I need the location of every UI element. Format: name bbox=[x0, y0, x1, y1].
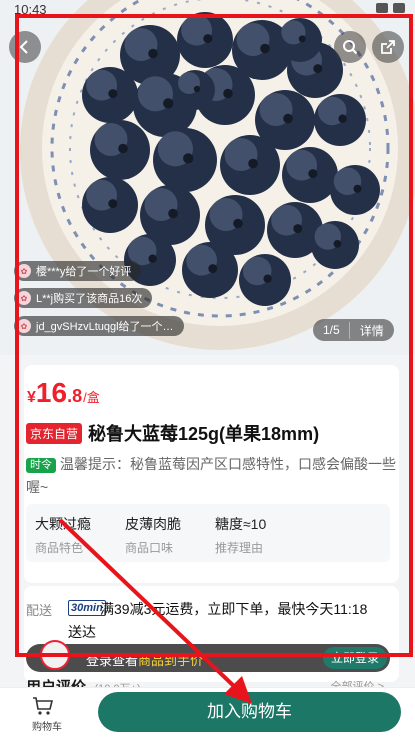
status-icons bbox=[376, 3, 405, 13]
price-currency: ¥ bbox=[27, 389, 36, 406]
share-icon bbox=[381, 40, 395, 54]
activity-feed-item: ✿ jd_gvSHzvLtuqgl给了一个… bbox=[14, 316, 184, 336]
price-integer: 16 bbox=[35, 377, 68, 408]
attribute-item: 糖度≈10 推荐理由 bbox=[206, 504, 296, 562]
search-icon bbox=[343, 40, 358, 55]
tip-text: 温馨提示：秘鲁蓝莓因产区口感特性，口感会偏酸一些喔~ bbox=[26, 456, 396, 495]
attribute-value: 糖度≈10 bbox=[215, 516, 267, 532]
product-tip: 时令 温馨提示：秘鲁蓝莓因产区口感特性，口感会偏酸一些喔~ bbox=[26, 453, 398, 499]
mascot-icon bbox=[40, 640, 70, 670]
cart-label[interactable]: 购物车 bbox=[32, 718, 62, 733]
attribute-value: 皮薄肉脆 bbox=[125, 516, 181, 532]
price: ¥ 16 .8 /盒 bbox=[27, 377, 100, 409]
bottom-action-bar: 购物车 加入购物车 bbox=[0, 687, 415, 739]
avatar: ✿ bbox=[17, 291, 31, 305]
pager-detail-link[interactable]: 详情 bbox=[348, 321, 394, 339]
login-button[interactable]: 立即登录 bbox=[322, 647, 387, 669]
login-prompt-bar[interactable]: 登录查看商品到手价 立即登录 bbox=[26, 640, 390, 672]
signal-icon bbox=[376, 3, 388, 13]
price-card: ¥ 16 .8 /盒 京东自营 秘鲁大蓝莓125g(单果18mm) 时令 温馨提示… bbox=[24, 365, 399, 583]
pager-index: 1/5 bbox=[323, 323, 340, 337]
avatar: ✿ bbox=[17, 319, 31, 333]
attribute-key: 商品特色 bbox=[35, 541, 84, 555]
attribute-value: 大颗过瘾 bbox=[35, 516, 91, 532]
login-text-a: 登录查看 bbox=[86, 653, 139, 668]
search-button[interactable] bbox=[334, 31, 366, 63]
attribute-key: 商品口味 bbox=[125, 541, 174, 555]
back-button[interactable] bbox=[9, 31, 41, 63]
add-to-cart-button[interactable]: 加入购物车 bbox=[98, 692, 401, 732]
shipping-label: 配送 bbox=[26, 603, 53, 618]
product-attributes: 大颗过瘾 商品特色 皮薄肉脆 商品口味 糖度≈10 推荐理由 bbox=[26, 504, 390, 562]
status-time: 10:43 bbox=[14, 2, 47, 17]
attribute-item: 大颗过瘾 商品特色 bbox=[26, 504, 116, 562]
feed-text: 樱***y给了一个好评 bbox=[36, 266, 132, 278]
attribute-key: 推荐理由 bbox=[215, 541, 264, 555]
seasonal-tag: 时令 bbox=[26, 458, 56, 473]
title-row: 京东自营 秘鲁大蓝莓125g(单果18mm) bbox=[26, 420, 319, 446]
battery-icon bbox=[393, 3, 405, 13]
chevron-left-icon bbox=[19, 40, 28, 54]
attribute-item: 皮薄肉脆 商品口味 bbox=[116, 504, 206, 562]
shipping-text: 满39减3元运费，立即下单，最快今天11:18送达 bbox=[68, 601, 368, 640]
feed-text: L**j购买了该商品16次 bbox=[36, 293, 143, 305]
self-operated-tag: 京东自营 bbox=[26, 422, 83, 444]
price-decimal: .8 bbox=[67, 386, 83, 406]
status-bar: 10:43 bbox=[0, 0, 415, 22]
price-unit: /盒 bbox=[83, 390, 100, 405]
share-button[interactable] bbox=[372, 31, 404, 63]
login-prompt-text: 登录查看商品到手价 bbox=[86, 650, 203, 669]
cart-icon[interactable] bbox=[32, 696, 54, 716]
login-text-b: 商品到手价 bbox=[138, 653, 204, 668]
activity-feed-item: ✿ 樱***y给了一个好评 bbox=[14, 261, 142, 281]
activity-feed-item: ✿ L**j购买了该商品16次 bbox=[14, 288, 153, 308]
product-title: 秘鲁大蓝莓125g(单果18mm) bbox=[88, 424, 320, 444]
avatar: ✿ bbox=[17, 264, 31, 278]
image-pager[interactable]: 1/5 详情 bbox=[313, 319, 394, 341]
feed-text: jd_gvSHzvLtuqgl给了一个… bbox=[36, 321, 174, 333]
